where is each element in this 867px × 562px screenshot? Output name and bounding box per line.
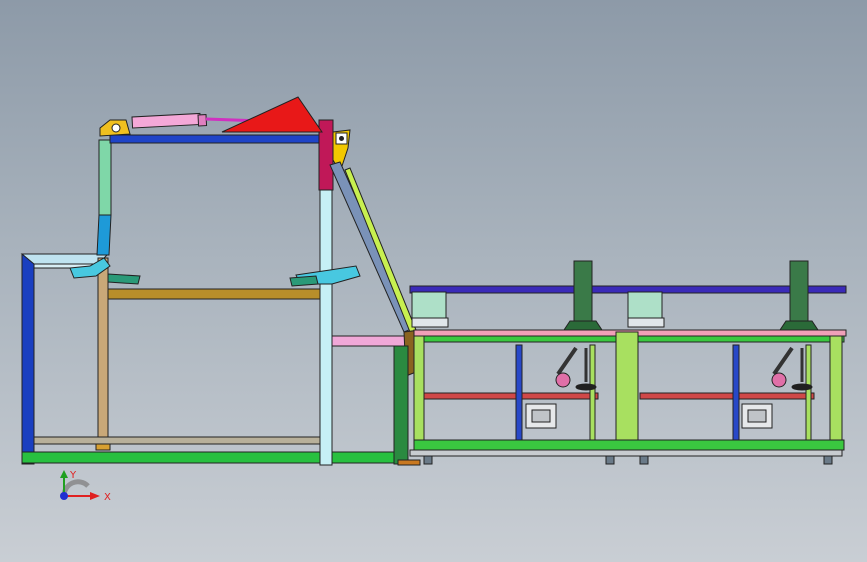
graphics-viewport[interactable]: X Y [0,0,867,562]
ws2-column[interactable] [789,260,809,322]
ws2-actuator-arm[interactable] [772,346,794,376]
ws1-actuator-arm[interactable] [556,346,578,376]
table-bottom-green[interactable] [413,439,845,451]
table-post-blue-1[interactable] [515,344,523,441]
cad-model[interactable] [0,0,867,562]
frame-tall-mid-beam-brown[interactable] [107,288,321,300]
frame-left[interactable] [20,253,395,465]
table-foot-4 [823,455,833,465]
table-foot-2 [605,455,615,465]
incline-base-post[interactable] [393,345,409,465]
triad-rotation-arc [61,479,90,497]
triad-y-label: Y [69,470,77,481]
frame-tall-left-post-green[interactable] [98,139,112,216]
ws1-column[interactable] [573,260,593,322]
ws2-pink-roller[interactable] [771,372,787,388]
triad-y-arrowhead [60,470,68,478]
ws2-motor-grille[interactable] [747,409,767,423]
frame-tall-top-beam-blue[interactable] [109,134,323,144]
table-post-left[interactable] [413,335,425,457]
table-mid-red-2[interactable] [639,392,815,400]
frame-left-post-tan[interactable] [97,257,109,451]
table-feet [423,455,833,465]
triad-x-arrowhead [90,492,100,500]
incline-foot[interactable] [397,459,421,466]
frame-left-base-rail[interactable] [21,451,395,464]
frame-tall[interactable] [69,119,361,466]
table-foot-1 [423,455,433,465]
table-base-rail[interactable] [409,449,843,457]
frame-tall-left-post-lower[interactable] [96,214,112,256]
clamp-bolt[interactable] [339,136,344,141]
table-post-center[interactable] [615,331,639,457]
table-post-blue-2[interactable] [732,344,740,441]
frame-left-post-blue[interactable] [21,253,35,465]
inclined-conveyor[interactable] [329,161,421,466]
ws1-column-base[interactable] [563,320,603,331]
coordinate-triad: X Y [60,470,111,503]
bracket-foot-a[interactable] [107,273,141,285]
conveyor-table[interactable] [409,329,847,457]
table-inner-green-2[interactable] [805,344,812,441]
incline-rail-green[interactable] [344,167,417,333]
incline-feed-tray[interactable] [331,335,407,347]
triad-x-label: X [104,492,111,503]
cylinder-pivot[interactable] [111,123,121,133]
frame-left-foot-plate[interactable] [95,443,111,451]
frame-left-top-beam[interactable] [20,253,110,265]
frame-tall-right-post-cyan[interactable] [319,189,333,466]
cylinder-barrel[interactable] [131,112,202,129]
triad-z-axis [60,492,68,500]
frame-left-bottom-rail[interactable] [33,436,321,445]
cylinder-end-cap[interactable] [197,114,208,127]
table-inner-green-1[interactable] [589,344,596,441]
ws2-black-roller[interactable] [791,383,813,391]
ws1-black-roller[interactable] [575,383,597,391]
ws2-hopper-box[interactable] [627,291,663,319]
ws1-pink-roller[interactable] [555,372,571,388]
table-mid-red-1[interactable] [423,392,599,400]
ws2-hopper-base[interactable] [627,317,665,328]
ws2-column-base[interactable] [779,320,819,331]
red-plate[interactable] [221,96,323,133]
ws1-hopper-base[interactable] [411,317,449,328]
ws1-hopper-box[interactable] [411,291,447,319]
bracket-foot-b[interactable] [289,275,319,287]
table-foot-3 [639,455,649,465]
ws1-motor-grille[interactable] [531,409,551,423]
table-post-right[interactable] [829,335,843,457]
